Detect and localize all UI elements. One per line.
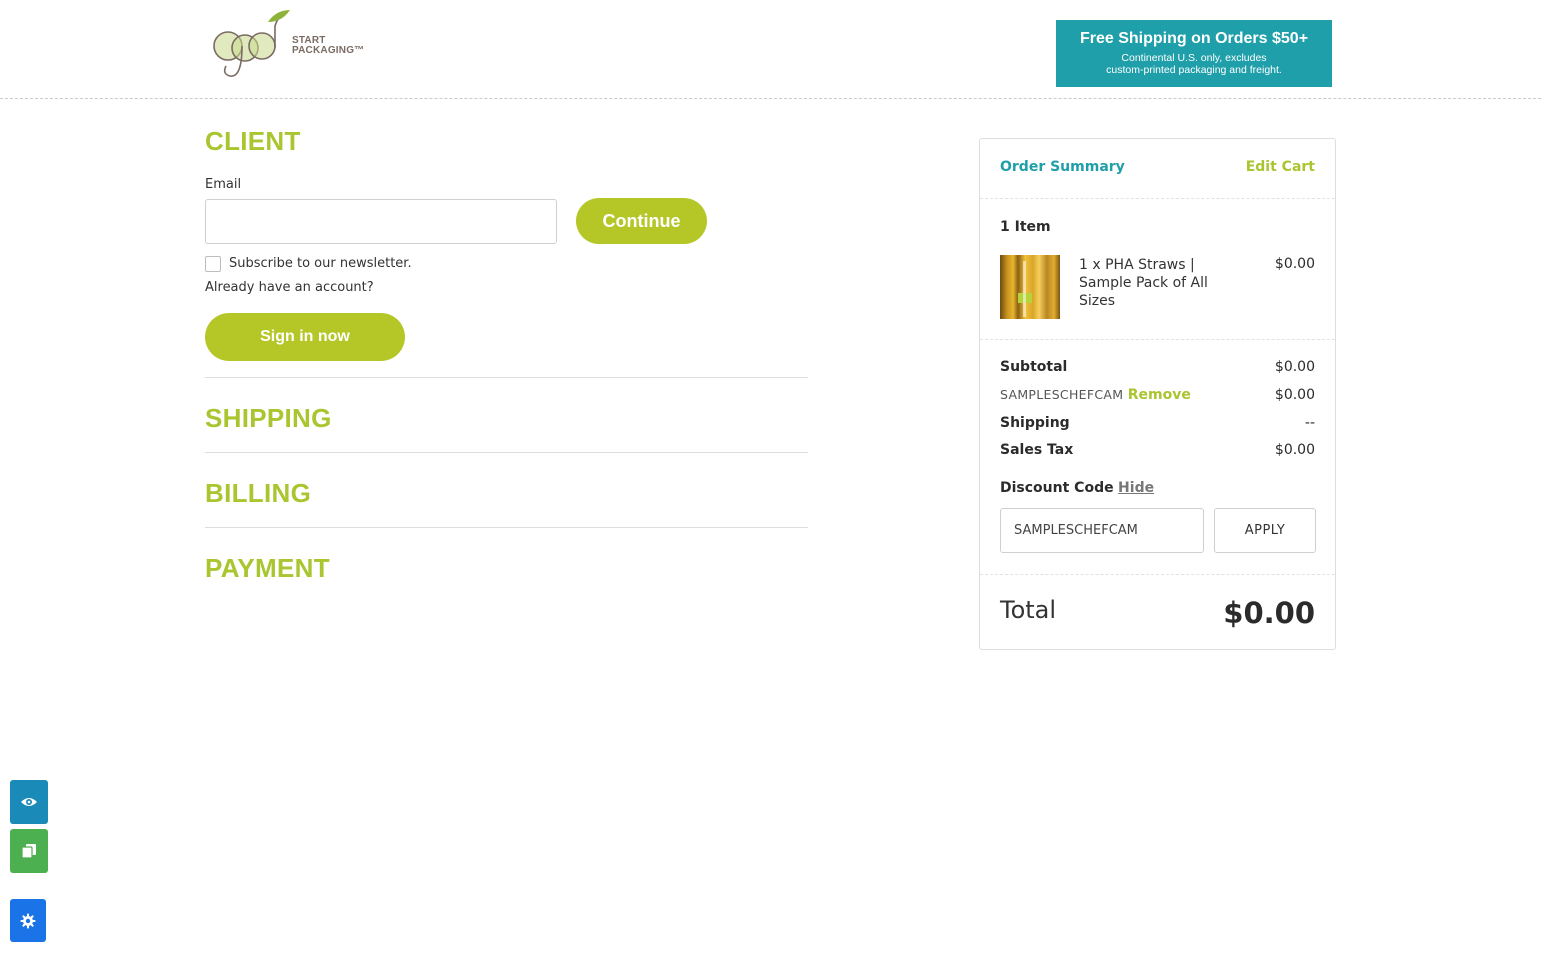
coupon-row: SAMPLESCHEFCAM Remove $0.00 bbox=[1000, 387, 1315, 403]
discount-code-input[interactable] bbox=[1000, 508, 1204, 553]
item-count: 1 Item bbox=[1000, 219, 1051, 235]
coupon-value: $0.00 bbox=[1274, 387, 1315, 403]
payment-section-title[interactable]: PAYMENT bbox=[205, 553, 330, 584]
order-summary-title: Order Summary bbox=[1000, 159, 1125, 175]
promo-title: Free Shipping on Orders $50+ bbox=[1079, 30, 1309, 47]
site-header: START PACKAGING™ Free Shipping on Orders… bbox=[0, 0, 1541, 99]
email-label: Email bbox=[205, 177, 242, 192]
logo-mark-icon bbox=[213, 10, 290, 77]
section-divider bbox=[205, 377, 808, 378]
product-name-line2: Sample Pack of All bbox=[1079, 275, 1208, 291]
accessibility-button[interactable] bbox=[10, 780, 48, 824]
client-section-title[interactable]: CLIENT bbox=[205, 126, 301, 157]
gear-icon bbox=[20, 913, 36, 928]
section-divider bbox=[205, 452, 808, 453]
promo-line1: Continental U.S. only, excludes bbox=[1121, 52, 1267, 64]
sales-tax-value: $0.00 bbox=[1274, 442, 1315, 458]
newsletter-label[interactable]: Subscribe to our newsletter. bbox=[229, 256, 412, 271]
shipping-label: Shipping bbox=[1000, 415, 1070, 431]
apply-discount-button[interactable]: APPLY bbox=[1214, 508, 1316, 553]
coupon-code: SAMPLESCHEFCAM bbox=[1000, 387, 1124, 402]
discount-code-row: Discount Code Hide bbox=[1000, 480, 1315, 496]
product-name-line1: 1 x PHA Straws | bbox=[1079, 257, 1195, 273]
logo[interactable]: START PACKAGING™ bbox=[208, 8, 368, 82]
email-input[interactable] bbox=[205, 199, 557, 244]
order-summary-panel: Order Summary Edit Cart 1 Item 1 x PHA S… bbox=[979, 138, 1336, 650]
summary-divider bbox=[980, 198, 1335, 199]
subtotal-row: Subtotal $0.00 bbox=[1000, 359, 1315, 375]
subtotal-value: $0.00 bbox=[1274, 359, 1315, 375]
billing-section-title[interactable]: BILLING bbox=[205, 478, 311, 509]
shipping-row: Shipping -- bbox=[1000, 415, 1315, 431]
edit-cart-link[interactable]: Edit Cart bbox=[1246, 159, 1315, 175]
total-label: Total bbox=[1000, 596, 1057, 624]
shipping-value: -- bbox=[1304, 415, 1315, 431]
product-price: $0.00 bbox=[1274, 256, 1315, 272]
section-divider bbox=[205, 527, 808, 528]
product-name-line3: Sizes bbox=[1079, 293, 1116, 309]
continue-button[interactable]: Continue bbox=[576, 198, 707, 244]
remove-coupon-link[interactable]: Remove bbox=[1128, 387, 1191, 403]
shipping-section-title[interactable]: SHIPPING bbox=[205, 403, 332, 434]
promo-subtitle: Continental U.S. only, excludes custom-p… bbox=[1056, 52, 1332, 76]
copy-button[interactable] bbox=[10, 829, 48, 873]
logo-text-line2: PACKAGING™ bbox=[292, 45, 365, 56]
discount-code-label: Discount Code bbox=[1000, 480, 1114, 496]
copy-icon bbox=[21, 844, 36, 859]
sales-tax-row: Sales Tax $0.00 bbox=[1000, 442, 1315, 458]
summary-divider bbox=[980, 574, 1335, 575]
promo-line2: custom-printed packaging and freight. bbox=[1106, 64, 1282, 76]
newsletter-checkbox[interactable] bbox=[205, 256, 221, 272]
account-prompt: Already have an account? bbox=[205, 280, 374, 295]
free-shipping-banner: Free Shipping on Orders $50+ Continental… bbox=[1056, 20, 1332, 87]
sign-in-button[interactable]: Sign in now bbox=[205, 313, 405, 361]
summary-divider bbox=[980, 339, 1335, 340]
total-row: Total $0.00 bbox=[1000, 596, 1315, 636]
settings-button[interactable] bbox=[10, 899, 46, 942]
sales-tax-label: Sales Tax bbox=[1000, 442, 1074, 458]
hide-discount-link[interactable]: Hide bbox=[1118, 480, 1154, 496]
logo-text: START PACKAGING™ bbox=[292, 36, 364, 56]
product-name: 1 x PHA Straws | Sample Pack of All Size… bbox=[1079, 256, 1229, 310]
product-thumbnail bbox=[1000, 255, 1060, 319]
order-summary-header: Order Summary Edit Cart bbox=[1000, 159, 1315, 179]
subtotal-label: Subtotal bbox=[1000, 359, 1068, 375]
eye-icon bbox=[21, 798, 37, 806]
total-value: $0.00 bbox=[1223, 596, 1315, 630]
